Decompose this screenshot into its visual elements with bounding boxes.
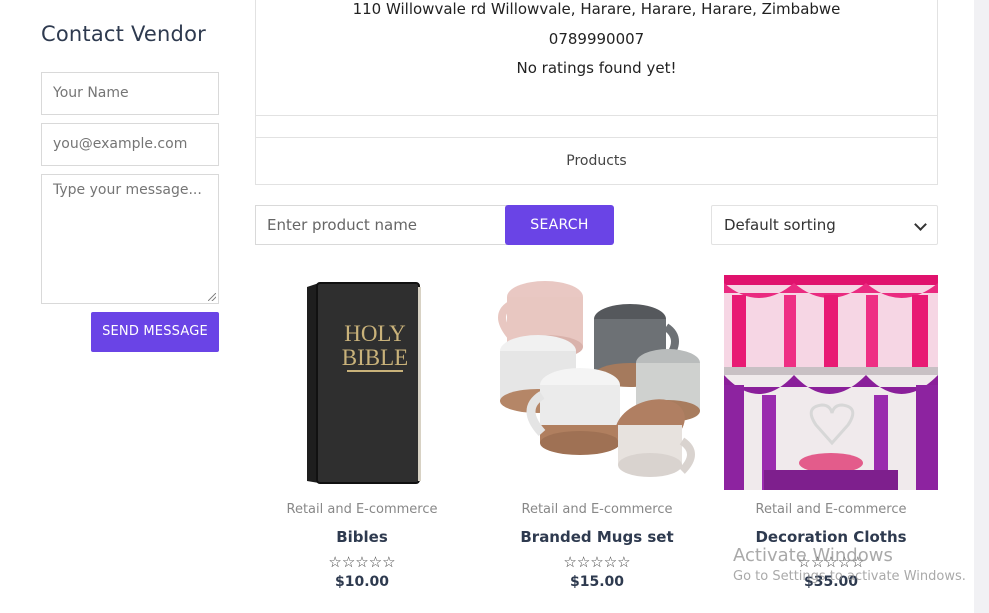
watermark-title: Activate Windows: [733, 545, 893, 566]
search-button[interactable]: SEARCH: [505, 205, 614, 245]
tab-bar-divider: [255, 116, 938, 138]
message-placeholder: Type your message...: [53, 182, 202, 198]
tab-products[interactable]: Products: [255, 137, 938, 185]
rating-stars-icon: ☆☆☆☆☆: [328, 553, 396, 571]
chevron-down-icon: [914, 218, 927, 231]
product-image-decoration[interactable]: [724, 275, 938, 490]
product-category: Retail and E-commerce: [286, 502, 438, 517]
message-textarea[interactable]: Type your message...: [41, 174, 219, 304]
sorting-selected-value: Default sorting: [724, 216, 836, 234]
contact-vendor-title: Contact Vendor: [41, 22, 206, 46]
activate-windows-watermark: Activate Windows Go to Settings to activ…: [733, 545, 966, 584]
svg-text:HOLY: HOLY: [344, 321, 406, 346]
vendor-phone: 0789990007: [548, 30, 645, 48]
product-price: $15.00: [569, 574, 625, 590]
email-input[interactable]: you@example.com: [41, 123, 219, 166]
rating-stars-icon: ☆☆☆☆☆: [563, 553, 631, 571]
vendor-rating-text: No ratings found yet!: [516, 59, 677, 77]
send-message-button[interactable]: SEND MESSAGE: [91, 312, 219, 352]
svg-text:BIBLE: BIBLE: [342, 345, 408, 370]
page-scroll-gutter: [974, 0, 989, 613]
sorting-select[interactable]: Default sorting: [711, 205, 938, 245]
watermark-subtitle: Go to Settings to activate Windows.: [733, 569, 966, 584]
product-name[interactable]: Branded Mugs set: [490, 528, 704, 546]
product-category: Retail and E-commerce: [521, 502, 673, 517]
product-name[interactable]: Bibles: [255, 528, 469, 546]
product-search-input[interactable]: Enter product name: [255, 205, 507, 245]
product-name[interactable]: Decoration Cloths: [724, 528, 938, 546]
vendor-info-box: 110 Willowvale rd Willowvale, Harare, Ha…: [255, 0, 938, 116]
product-price: $10.00: [334, 574, 390, 590]
your-name-input[interactable]: Your Name: [41, 72, 219, 115]
vendor-address: 110 Willowvale rd Willowvale, Harare, Ha…: [352, 0, 841, 18]
product-image-mugs[interactable]: [490, 275, 704, 490]
product-image-bible[interactable]: HOLY BIBLE: [255, 275, 469, 490]
product-category: Retail and E-commerce: [755, 502, 907, 517]
resize-grip-icon[interactable]: [208, 293, 216, 301]
